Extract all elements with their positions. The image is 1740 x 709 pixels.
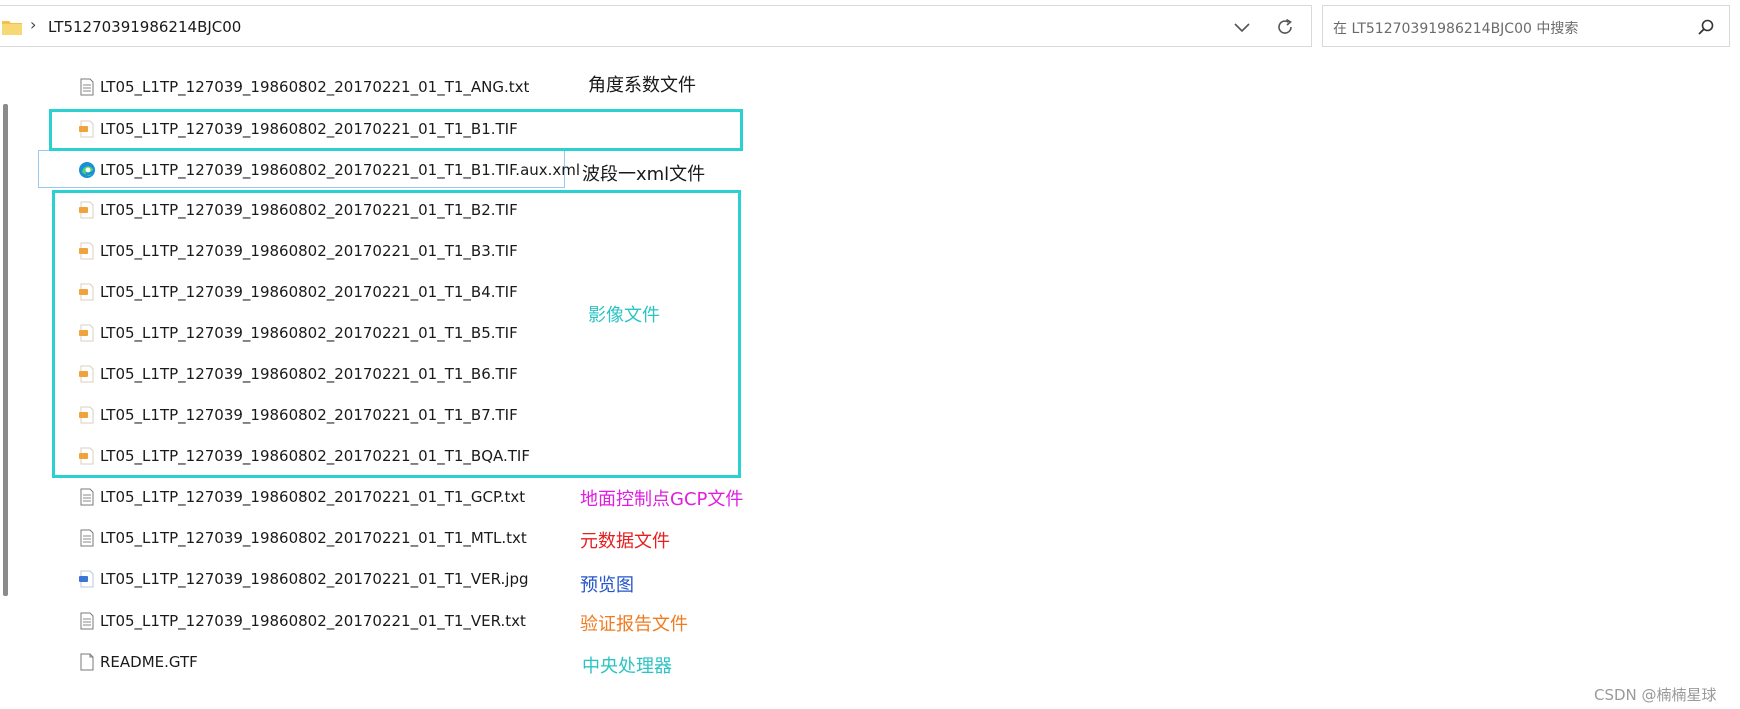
text-file-icon (80, 78, 94, 96)
text-file-icon (80, 488, 94, 506)
file-row[interactable]: LT05_L1TP_127039_19860802_20170221_01_T1… (78, 566, 529, 592)
annotation-preview-image: 预览图 (580, 575, 634, 596)
file-name[interactable]: LT05_L1TP_127039_19860802_20170221_01_T1… (100, 529, 527, 547)
file-name[interactable]: README.GTF (100, 653, 198, 671)
annotation-angle-file: 角度系数文件 (588, 75, 696, 96)
watermark: CSDN @楠楠星球 (1594, 686, 1717, 704)
text-file-icon (80, 529, 94, 547)
annotation-image-files: 影像文件 (588, 305, 660, 326)
edge-browser-icon (79, 162, 95, 178)
annotation-gcp-file: 地面控制点GCP文件 (580, 489, 744, 510)
highlight-box-image-files (52, 190, 741, 478)
blank-file-icon (80, 653, 94, 671)
file-name[interactable]: LT05_L1TP_127039_19860802_20170221_01_T1… (100, 612, 526, 630)
file-name[interactable]: LT05_L1TP_127039_19860802_20170221_01_T1… (100, 570, 529, 588)
file-row[interactable]: LT05_L1TP_127039_19860802_20170221_01_T1… (78, 525, 527, 551)
annotation-metadata-file: 元数据文件 (580, 531, 670, 552)
jpg-file-icon (79, 570, 94, 588)
annotation-band1-xml: 波段一xml文件 (582, 164, 706, 185)
file-row[interactable]: LT05_L1TP_127039_19860802_20170221_01_T1… (78, 608, 526, 634)
file-name[interactable]: LT05_L1TP_127039_19860802_20170221_01_T1… (100, 78, 529, 96)
text-file-icon (80, 612, 94, 630)
file-name[interactable]: LT05_L1TP_127039_19860802_20170221_01_T1… (100, 161, 580, 179)
file-row[interactable]: LT05_L1TP_127039_19860802_20170221_01_T1… (78, 484, 525, 510)
highlight-box-band1 (49, 109, 743, 151)
annotation-verification-report: 验证报告文件 (580, 614, 688, 635)
file-name[interactable]: LT05_L1TP_127039_19860802_20170221_01_T1… (100, 488, 525, 506)
annotation-cpu: 中央处理器 (582, 656, 672, 677)
file-row[interactable]: README.GTF (78, 649, 198, 675)
file-row-selected[interactable]: LT05_L1TP_127039_19860802_20170221_01_T1… (78, 157, 580, 183)
file-row[interactable]: LT05_L1TP_127039_19860802_20170221_01_T1… (78, 74, 529, 100)
